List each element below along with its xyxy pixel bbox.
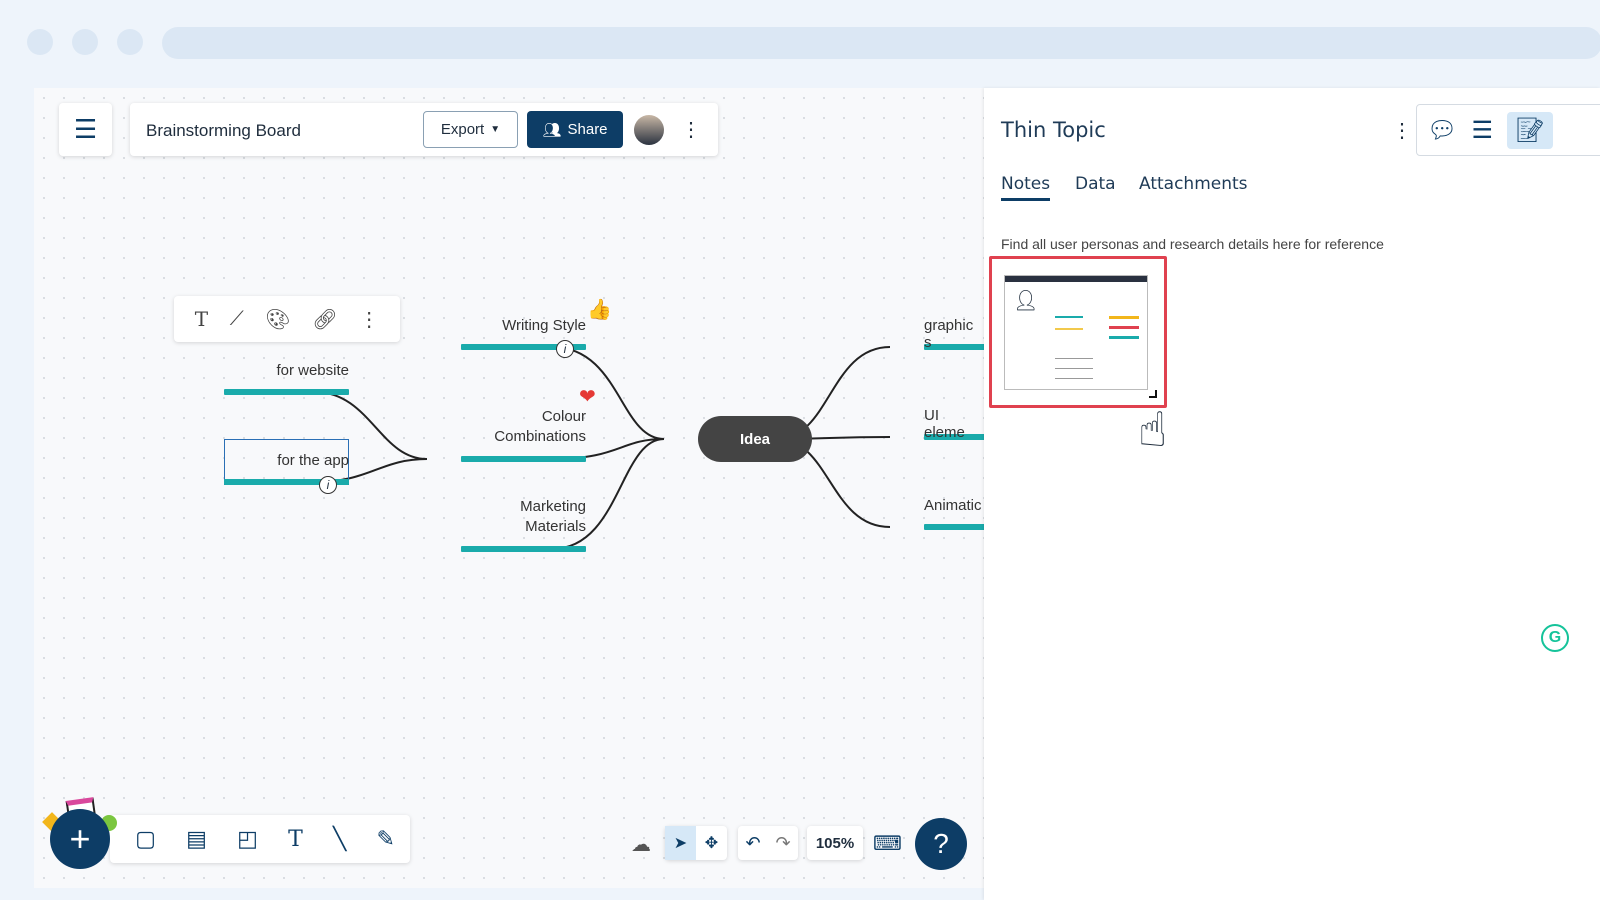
canvas[interactable]: Idea Writing Style 👍 i Colour Combinatio… — [34, 88, 984, 888]
users-icon: 👥︎ — [542, 121, 562, 139]
card-icon[interactable]: ▤ — [186, 826, 207, 852]
share-label: Share — [567, 121, 608, 138]
shape-toolbar: ▢ ▤ ◰ T ╲ ✎ — [110, 815, 410, 863]
node-marketing-materials[interactable]: Marketing Materials — [434, 497, 586, 537]
user-icon: 👤︎ — [1013, 290, 1039, 312]
rectangle-icon[interactable]: ▢ — [135, 826, 156, 852]
node-for-the-app[interactable]: for the app — [224, 452, 349, 469]
export-label: Export — [440, 121, 485, 138]
settings-sliders-icon[interactable]: ☰ — [1471, 116, 1493, 145]
branch-bar[interactable] — [924, 524, 984, 530]
avatar[interactable] — [634, 115, 664, 145]
export-button[interactable]: Export ▼ — [423, 111, 518, 148]
node-for-website[interactable]: for website — [224, 362, 349, 379]
line-icon[interactable]: ╲ — [333, 826, 346, 852]
tab-data[interactable]: Data — [1075, 174, 1116, 194]
node-writing-style[interactable]: Writing Style — [461, 317, 586, 334]
node-animatic[interactable]: Animatic — [924, 497, 982, 514]
pointer-group: ➤ ✥ — [665, 826, 727, 860]
side-panel — [984, 88, 1600, 900]
central-node[interactable]: Idea — [698, 416, 812, 462]
more-icon[interactable]: ⋮ — [1392, 118, 1412, 143]
text-icon[interactable]: T — [195, 307, 208, 331]
caret-down-icon: ▼ — [490, 124, 501, 135]
node-context-toolbar: T ⟋ 🎨︎ 🔗︎ ⋮ — [174, 296, 400, 342]
heart-icon: ❤ — [579, 386, 596, 408]
redo-icon[interactable]: ↷ — [775, 833, 790, 854]
connectors — [314, 346, 891, 550]
tab-attachments[interactable]: Attachments — [1139, 174, 1248, 194]
link-icon[interactable]: 🔗︎ — [312, 307, 337, 332]
header-bar: Brainstorming Board Export ▼ 👥︎ Share ⋮ — [130, 103, 718, 156]
window-dot — [117, 29, 143, 55]
window-dot — [27, 29, 53, 55]
node-colour-combinations[interactable]: Colour Combinations — [434, 407, 586, 447]
select-pointer-icon[interactable]: ➤ — [665, 826, 696, 860]
panel-mode-switcher: 💬︎ ☰ 📝︎ — [1416, 104, 1600, 156]
window-dot — [72, 29, 98, 55]
grammarly-icon[interactable]: G — [1541, 624, 1569, 652]
hand-cursor-icon: ☝︎ — [1138, 404, 1168, 457]
pan-icon[interactable]: ✥ — [696, 833, 727, 853]
connector-icon[interactable]: ⟋ — [230, 308, 244, 331]
panel-title: Thin Topic — [1001, 118, 1106, 142]
comment-icon[interactable]: 💬︎ — [1427, 116, 1457, 145]
help-button[interactable]: ? — [915, 818, 967, 870]
info-icon[interactable]: i — [556, 340, 574, 358]
tab-notes[interactable]: Notes — [1001, 174, 1051, 201]
branch-bar[interactable] — [461, 456, 586, 462]
undo-icon[interactable]: ↶ — [745, 833, 760, 854]
notes-edit-icon[interactable]: 📝︎ — [1506, 111, 1554, 149]
info-icon[interactable]: i — [319, 476, 337, 494]
add-button[interactable]: + — [50, 809, 110, 869]
note-text: Find all user personas and research deta… — [1001, 236, 1384, 252]
more-icon[interactable]: ⋮ — [681, 117, 701, 142]
resize-handle[interactable] — [1149, 390, 1157, 398]
plus-icon: + — [69, 818, 91, 859]
text-icon[interactable]: T — [288, 827, 303, 852]
branch-bar[interactable] — [224, 389, 349, 395]
more-icon[interactable]: ⋮ — [359, 307, 379, 332]
branch-bar[interactable] — [461, 546, 586, 552]
cloud-saved-icon: ☁ — [631, 834, 651, 856]
history-group: ↶ ↷ — [738, 826, 798, 860]
pen-icon[interactable]: ✎ — [376, 826, 394, 852]
menu-button[interactable]: ☰ — [59, 103, 112, 156]
sticky-note-icon[interactable]: ◰ — [237, 826, 258, 852]
persona-image-thumbnail[interactable]: 👤︎ — [1004, 275, 1148, 390]
share-button[interactable]: 👥︎ Share — [527, 111, 623, 148]
board-title[interactable]: Brainstorming Board — [146, 121, 301, 141]
attachment-highlight[interactable]: 👤︎ — [989, 256, 1167, 408]
node-graphic[interactable]: graphic s — [924, 317, 984, 351]
palette-icon[interactable]: 🎨︎ — [265, 307, 290, 332]
node-ui-elements[interactable]: UI eleme — [924, 407, 984, 441]
hamburger-icon: ☰ — [73, 114, 98, 144]
keyboard-icon[interactable]: ⌨ — [873, 831, 902, 856]
address-bar[interactable] — [162, 27, 1600, 59]
zoom-level[interactable]: 105% — [807, 826, 863, 860]
thumbs-up-icon: 👍 — [587, 299, 612, 321]
